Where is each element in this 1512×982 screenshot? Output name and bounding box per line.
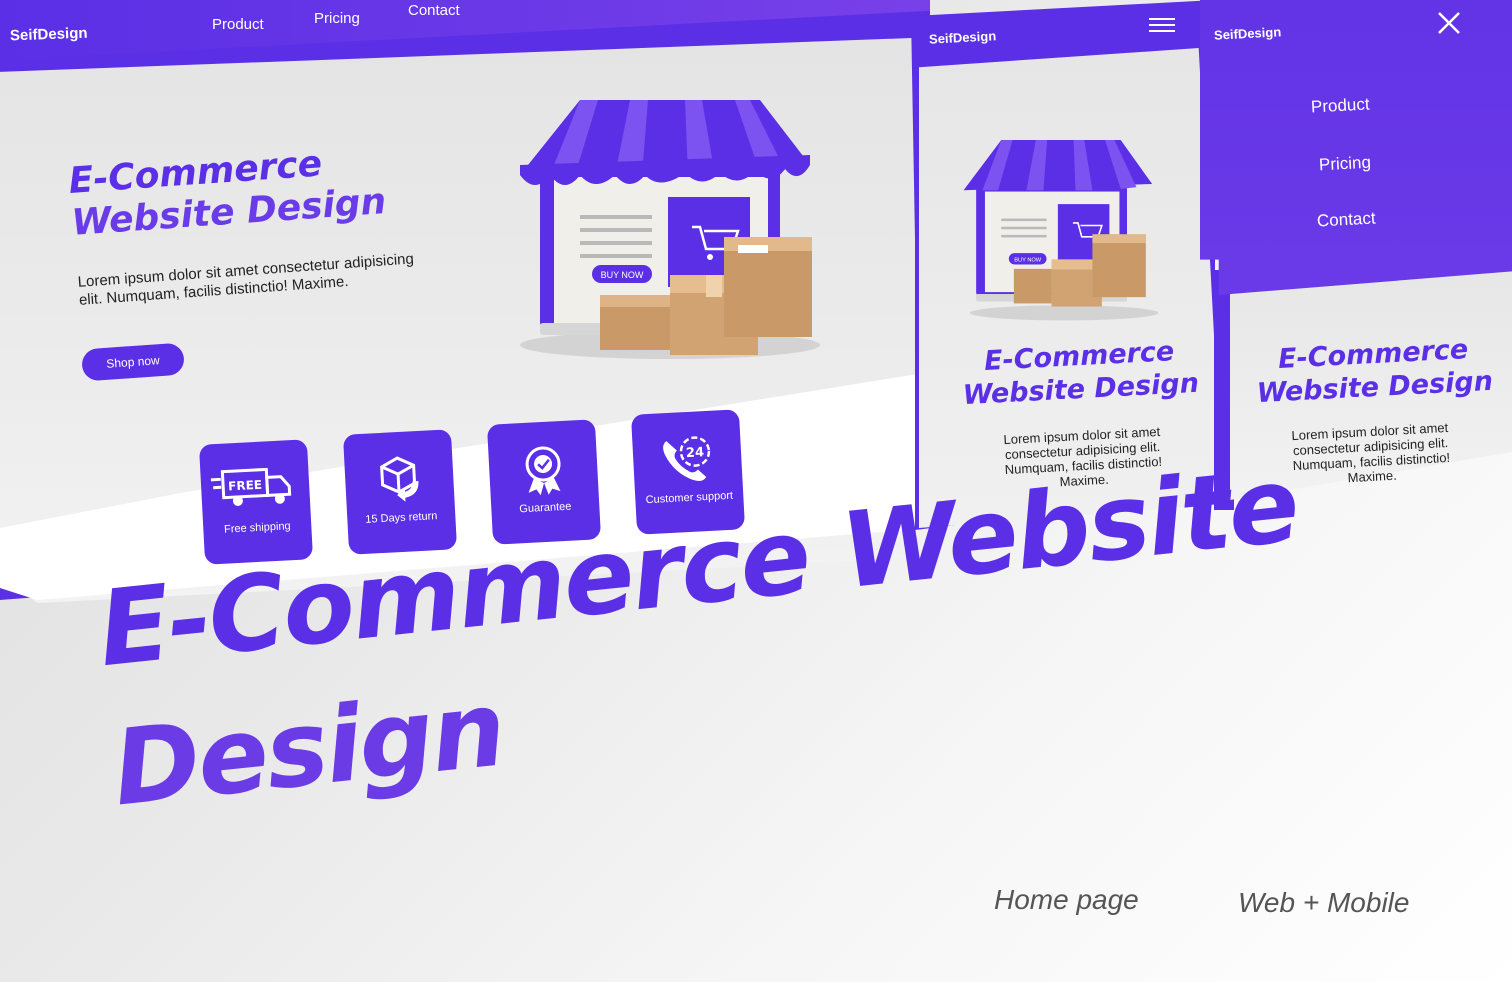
- svg-text:24: 24: [686, 445, 705, 461]
- nav-link-pricing[interactable]: Pricing: [314, 10, 360, 27]
- truck-icon: FREE: [200, 461, 310, 511]
- desktop-logo[interactable]: SeifDesign: [10, 25, 88, 45]
- mobile-hero-text: Lorem ipsum dolor sit amet consectetur a…: [1291, 419, 1451, 486]
- buy-now-label: BUY NOW: [1014, 257, 1042, 263]
- caption-web-mobile: Web + Mobile: [1238, 887, 1410, 918]
- phone-24-icon: 24: [632, 431, 743, 491]
- shop-illustration: BUY NOW: [951, 128, 1171, 328]
- mobile-menu-item-product[interactable]: Product: [1311, 94, 1371, 117]
- svg-text:FREE: FREE: [228, 478, 263, 494]
- mobile-menu-item-pricing[interactable]: Pricing: [1319, 153, 1372, 176]
- shop-illustration: BUY NOW: [480, 95, 830, 365]
- caption-home-page: Home page: [994, 884, 1139, 915]
- hamburger-menu-icon[interactable]: [1149, 16, 1177, 39]
- mobile-menu-item-contact[interactable]: Contact: [1317, 208, 1377, 231]
- nav-link-product[interactable]: Product: [212, 16, 264, 33]
- badge-check-icon: [488, 441, 599, 501]
- feature-label: Free shipping: [223, 520, 291, 536]
- mobile-hero-title: E-Commerce Website Design: [1242, 331, 1505, 411]
- nav-link-contact[interactable]: Contact: [408, 2, 460, 19]
- mobile-menu-mockup: E-Commerce Website Design Lorem ipsum do…: [1200, 0, 1512, 510]
- box-return-icon: [344, 451, 454, 507]
- close-icon[interactable]: [1436, 10, 1462, 41]
- buy-now-label: BUY NOW: [601, 270, 644, 280]
- mobile-hero-title: E-Commerce Website Design: [953, 334, 1206, 413]
- mobile-nav-menu: [1200, 0, 1512, 295]
